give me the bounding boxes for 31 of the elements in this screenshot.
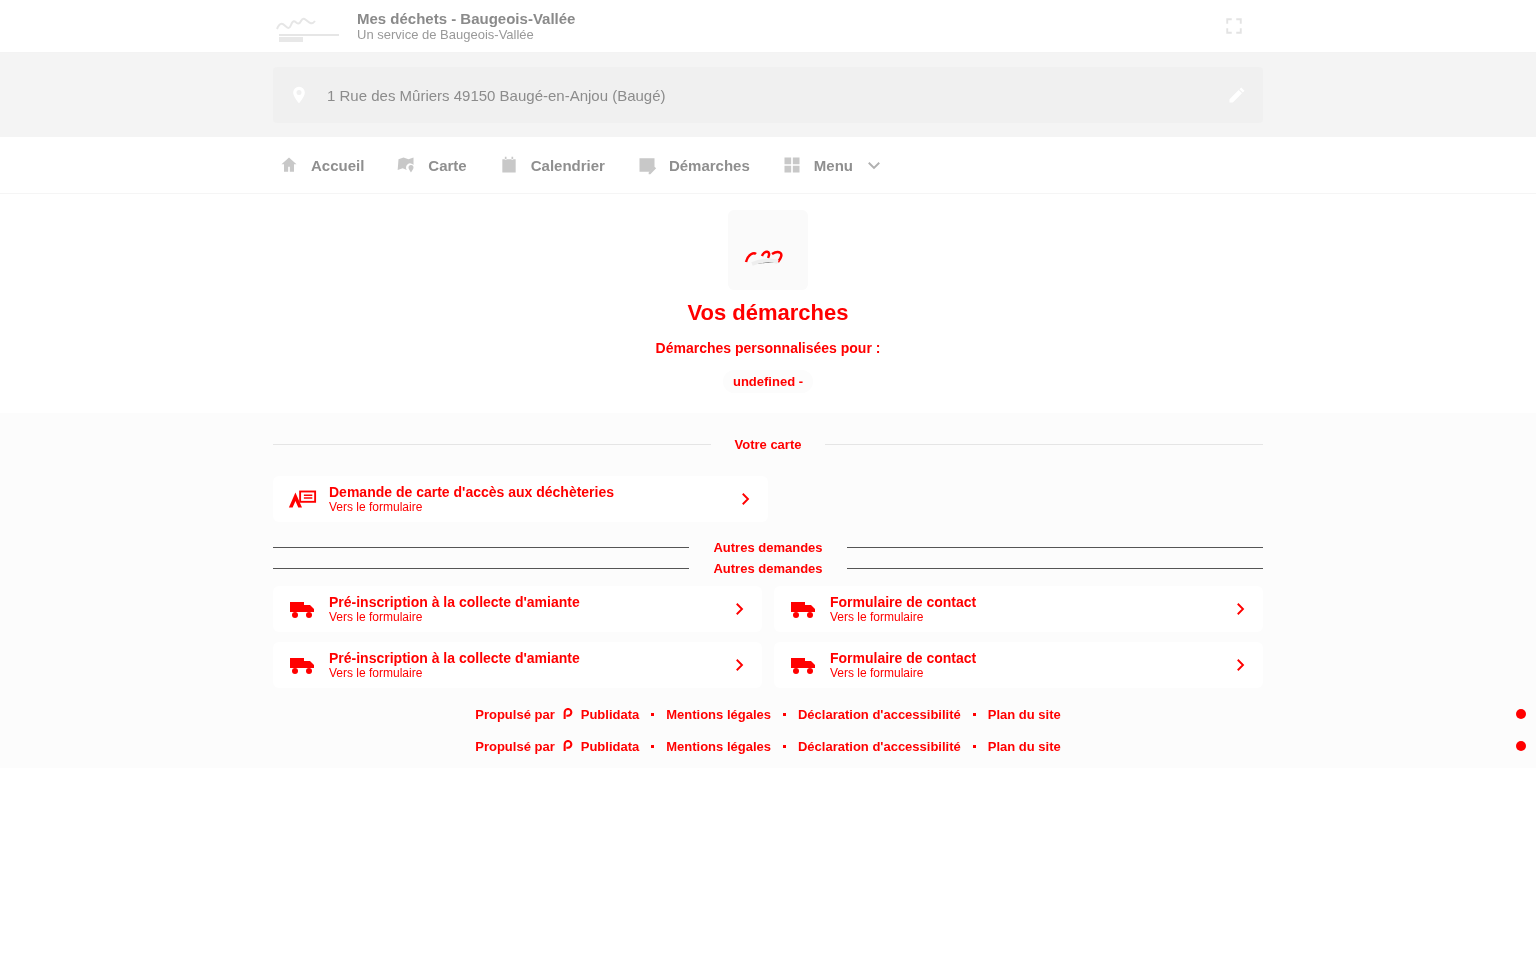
address-field[interactable]: 1 Rue des Mûriers 49150 Baugé-en-Anjou (Baugé) bbox=[273, 67, 1263, 123]
site-subtitle: Un service de Baugeois-Vallée bbox=[357, 27, 535, 42]
footer-link[interactable]: Déclaration d'accessibilité bbox=[798, 738, 961, 754]
page-subtitle: Démarches personnalisées pour : bbox=[655, 340, 881, 356]
nav-link[interactable]: Carte bbox=[396, 155, 467, 175]
page-title: Vos démarches bbox=[687, 300, 849, 326]
section-heading: Votre carte bbox=[734, 437, 802, 452]
map-icon bbox=[396, 155, 417, 175]
id-card-icon bbox=[287, 488, 317, 510]
footer-link[interactable]: Mentions légales bbox=[666, 706, 771, 722]
powered-by-text: Propulsé par bbox=[475, 706, 555, 722]
footer-link[interactable]: Déclaration d'accessibilité bbox=[798, 706, 961, 722]
section-heading: Autres demandes bbox=[713, 540, 823, 555]
powered-by-text: Propulsé par bbox=[475, 738, 555, 754]
footer-link[interactable]: Plan du site bbox=[987, 738, 1061, 754]
home-icon bbox=[279, 155, 299, 175]
footer-link[interactable]: Mentions légales bbox=[666, 738, 771, 754]
footer-link[interactable]: Publidata bbox=[580, 738, 640, 754]
status-dot-icon bbox=[1516, 709, 1526, 719]
fullscreen-icon[interactable] bbox=[1225, 17, 1243, 35]
footer-link[interactable]: Publidata bbox=[580, 706, 640, 722]
nav-link[interactable]: Menu bbox=[781, 155, 883, 175]
footer-link[interactable]: Plan du site bbox=[987, 706, 1061, 722]
status-dot-icon bbox=[1516, 741, 1526, 751]
brand-logo-icon bbox=[562, 740, 573, 752]
nav-link[interactable]: Accueil bbox=[279, 155, 365, 175]
nav-link[interactable]: Démarches bbox=[636, 155, 750, 175]
site-title: Mes déchets - Baugeois-Vallée bbox=[357, 10, 577, 27]
section-heading: Autres demandes bbox=[713, 561, 823, 576]
brand-logo-icon bbox=[562, 708, 573, 720]
nav-link[interactable]: Calendrier bbox=[498, 155, 605, 175]
